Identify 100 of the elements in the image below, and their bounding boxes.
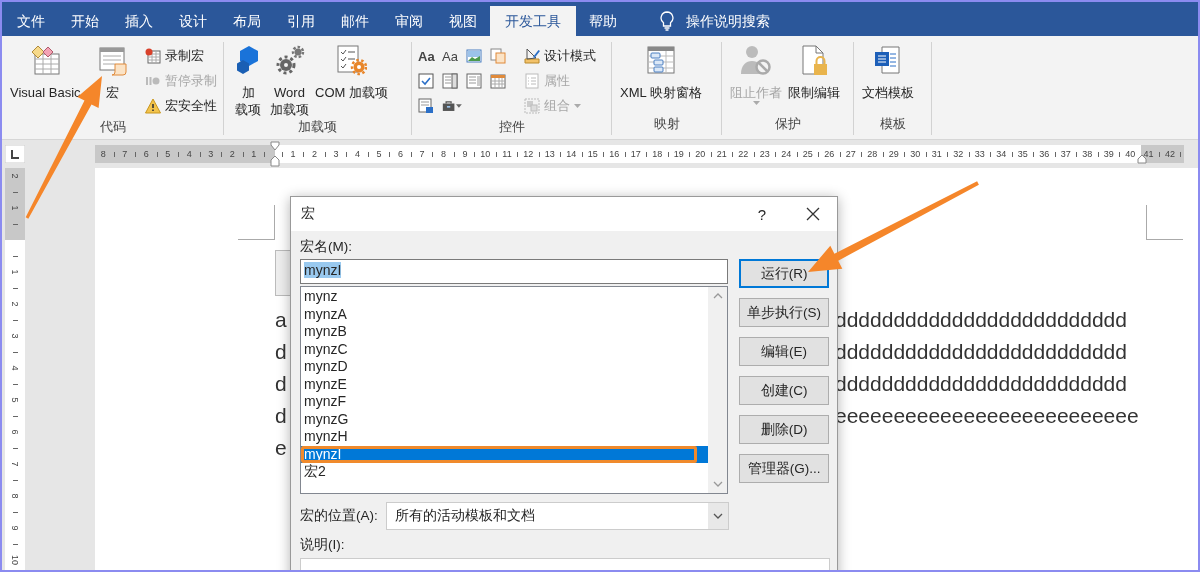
- document-text: d: [275, 403, 287, 429]
- macro-list-item[interactable]: mynzF: [301, 393, 709, 411]
- ribbon-button[interactable]: Visual Basic: [8, 42, 83, 101]
- ribbon-button[interactable]: 加 载项: [230, 42, 266, 118]
- macro-list-item[interactable]: mynzB: [301, 323, 709, 341]
- indent-marker[interactable]: [270, 141, 280, 167]
- ruler-number: 33: [974, 149, 985, 159]
- ruler-number: 18: [652, 149, 663, 159]
- document-text: ddddddddddddddddddddddddd: [835, 307, 1128, 333]
- scroll-down-icon[interactable]: [712, 481, 723, 487]
- close-icon[interactable]: [806, 207, 820, 221]
- location-dropdown[interactable]: 所有的活动模板和文档: [386, 502, 729, 530]
- ruler-number: 39: [1103, 149, 1114, 159]
- ribbon-tab[interactable]: 引用: [274, 6, 328, 36]
- ruler-number: 29: [888, 149, 899, 159]
- ribbon-button[interactable]: 文档模板: [860, 42, 916, 101]
- dialog-button[interactable]: 管理器(G)...: [739, 454, 829, 483]
- macro-list-item[interactable]: mynzH: [301, 428, 709, 446]
- ruler-number: 9: [462, 149, 468, 159]
- record-icon: [144, 48, 161, 64]
- ruler-number: 40: [1125, 149, 1136, 159]
- ruler-number: 6: [9, 429, 21, 435]
- location-label: 宏的位置(A):: [300, 507, 379, 525]
- ribbon-button[interactable]: COM 加载项: [313, 42, 390, 101]
- ruler-number: 23: [759, 149, 770, 159]
- ruler-number: 24: [781, 149, 792, 159]
- ribbon-button[interactable]: XML 映射窗格: [618, 42, 704, 101]
- ruler-number: 41: [1143, 149, 1154, 159]
- picture-icon: [466, 48, 482, 64]
- toolbox-icon: [442, 98, 456, 114]
- dialog-button[interactable]: 单步执行(S): [739, 298, 829, 327]
- dialog-button[interactable]: 运行(R): [739, 259, 829, 288]
- macro-list-item[interactable]: mynzI: [301, 445, 709, 463]
- ribbon-tab[interactable]: 文件: [4, 6, 58, 36]
- group-label: 加载项: [297, 118, 338, 136]
- ribbon-tab[interactable]: 视图: [436, 6, 490, 36]
- crop-mark: [238, 205, 275, 240]
- document-text: e: [275, 435, 287, 461]
- ribbon-button[interactable]: 宏安全性: [144, 94, 217, 118]
- warning-icon: [144, 98, 161, 114]
- macro-list-item[interactable]: mynzG: [301, 410, 709, 428]
- ruler-number: 22: [738, 149, 749, 159]
- ruler-number: 28: [867, 149, 878, 159]
- ruler-number: 36: [1039, 149, 1050, 159]
- ribbon-button[interactable]: 限制编辑: [786, 42, 842, 101]
- dialog-button[interactable]: 创建(C): [739, 376, 829, 405]
- help-button[interactable]: ?: [754, 205, 770, 223]
- spreadsheet-icon: [29, 44, 62, 76]
- ribbon-button[interactable]: 设计模式: [524, 44, 596, 68]
- ruler-number: 3: [208, 149, 214, 159]
- document-text: ddddddddddddddddddddddddd: [835, 339, 1128, 365]
- document-text: a: [275, 307, 287, 333]
- ribbon-tab[interactable]: 邮件: [328, 6, 382, 36]
- macro-list-item[interactable]: mynzD: [301, 358, 709, 376]
- ribbon-tab[interactable]: 审阅: [382, 6, 436, 36]
- ribbon-button[interactable]: Word 加载项: [268, 42, 311, 118]
- ruler-number: 4: [186, 149, 192, 159]
- document-text: d: [275, 339, 287, 365]
- ruler-number: 2: [312, 149, 318, 159]
- group-label: 保护: [773, 115, 802, 133]
- macro-list-item[interactable]: 宏2: [301, 463, 709, 481]
- dialog-button[interactable]: 删除(D): [739, 415, 829, 444]
- ruler-number: 7: [122, 149, 128, 159]
- tell-me-search[interactable]: 操作说明搜索: [686, 6, 770, 36]
- ruler-number: 1: [251, 149, 257, 159]
- ruler-number: 26: [824, 149, 835, 159]
- macro-list-item[interactable]: mynz: [301, 288, 709, 306]
- scroll-up-icon[interactable]: [712, 293, 723, 299]
- ruler-number: 13: [544, 149, 555, 159]
- text-control-button[interactable]: Aa: [442, 44, 462, 68]
- ribbon-tab[interactable]: 布局: [220, 6, 274, 36]
- macro-name-field[interactable]: mynzI: [300, 259, 729, 284]
- ribbon-tab[interactable]: 设计: [166, 6, 220, 36]
- ruler-number: 3: [9, 333, 21, 339]
- ruler-number: 9: [9, 525, 21, 531]
- ruler-number: 8: [9, 493, 21, 499]
- ribbon-tab[interactable]: 帮助: [576, 6, 630, 36]
- macro-list-item[interactable]: mynzA: [301, 305, 709, 323]
- ribbon-button[interactable]: 录制宏: [144, 44, 217, 68]
- ribbon-tab[interactable]: 开发工具: [490, 6, 576, 36]
- macro-list-item[interactable]: mynzC: [301, 340, 709, 358]
- ribbon-tab[interactable]: 插入: [112, 6, 166, 36]
- dialog-button[interactable]: 编辑(E): [739, 337, 829, 366]
- ruler-number: 4: [9, 365, 21, 371]
- ruler-number: 31: [931, 149, 942, 159]
- ruler-number: 7: [419, 149, 425, 159]
- ribbon-tab[interactable]: 开始: [58, 6, 112, 36]
- ruler-number: 5: [165, 149, 171, 159]
- macro-list-item[interactable]: mynzE: [301, 375, 709, 393]
- combo-box-icon: [442, 73, 458, 89]
- scrollbar[interactable]: [708, 287, 728, 493]
- list-box-icon: [466, 73, 482, 89]
- tab-stop-icon[interactable]: [5, 145, 25, 163]
- ruler-number: 30: [910, 149, 921, 159]
- ruler-number: 42: [1165, 149, 1176, 159]
- text-control-button[interactable]: Aa: [418, 44, 438, 68]
- ruler-number: 2: [9, 301, 21, 307]
- ruler-number: 14: [566, 149, 577, 159]
- group-label: 控件: [497, 118, 526, 136]
- ruler-number: 8: [100, 149, 106, 159]
